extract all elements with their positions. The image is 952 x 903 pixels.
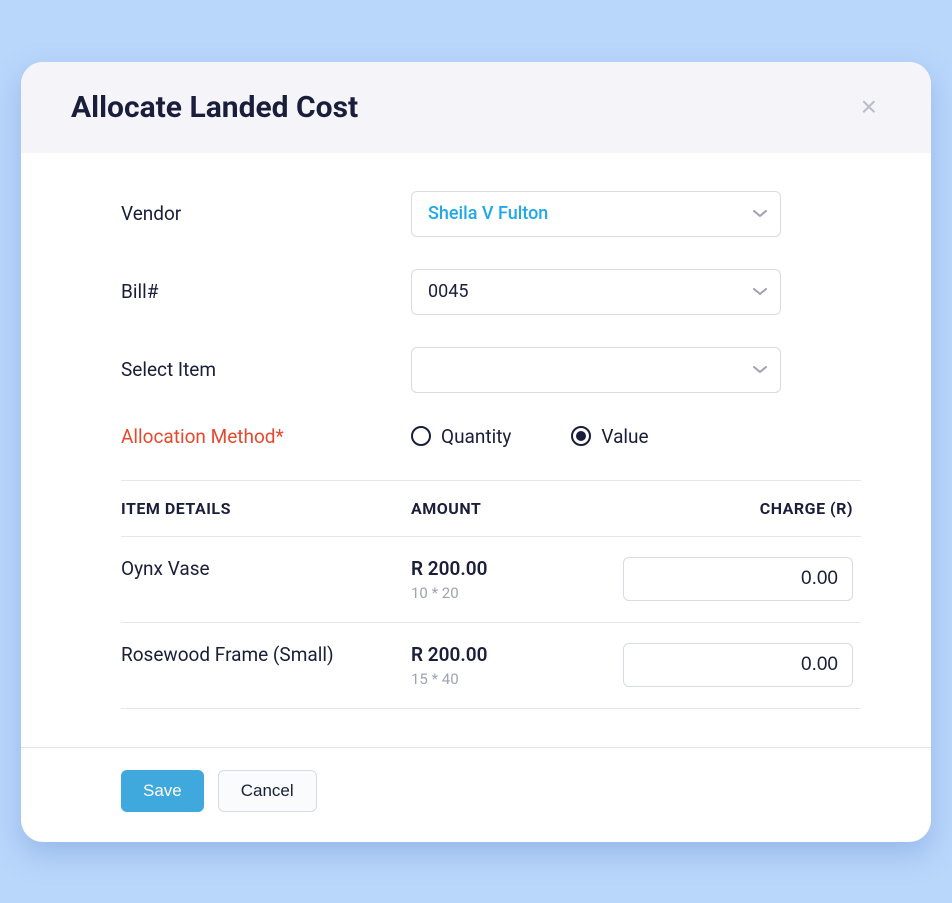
bill-select[interactable]: 0045 xyxy=(411,269,781,315)
allocation-method-label: Allocation Method* xyxy=(121,425,411,448)
amount-value: R 200.00 xyxy=(411,643,601,666)
amount-cell: R 200.00 10 * 20 xyxy=(411,557,601,602)
vendor-value: Sheila V Fulton xyxy=(411,191,781,237)
charge-input[interactable] xyxy=(623,557,853,601)
allocation-method-row: Allocation Method* Quantity Value xyxy=(121,425,861,448)
table-header: ITEM DETAILS AMOUNT CHARGE (R) xyxy=(121,480,861,537)
th-item-details: ITEM DETAILS xyxy=(121,499,411,518)
table-row: Oynx Vase R 200.00 10 * 20 xyxy=(121,537,861,623)
item-name: Oynx Vase xyxy=(121,557,411,580)
allocation-method-radio-group: Quantity Value xyxy=(411,425,649,448)
save-button[interactable]: Save xyxy=(121,770,204,812)
radio-icon xyxy=(411,426,431,446)
modal-header: Allocate Landed Cost × xyxy=(21,62,931,153)
vendor-row: Vendor Sheila V Fulton xyxy=(121,191,861,237)
bill-value: 0045 xyxy=(411,269,781,315)
modal-footer: Save Cancel xyxy=(21,747,931,842)
cancel-button[interactable]: Cancel xyxy=(218,770,317,812)
vendor-select[interactable]: Sheila V Fulton xyxy=(411,191,781,237)
close-icon: × xyxy=(861,91,877,122)
charge-cell xyxy=(601,557,861,601)
items-table: ITEM DETAILS AMOUNT CHARGE (R) Oynx Vase… xyxy=(121,480,861,709)
amount-value: R 200.00 xyxy=(411,557,601,580)
item-name: Rosewood Frame (Small) xyxy=(121,643,411,666)
th-amount: AMOUNT xyxy=(411,499,601,518)
table-row: Rosewood Frame (Small) R 200.00 15 * 40 xyxy=(121,623,861,709)
radio-icon-checked xyxy=(571,426,591,446)
th-charge: CHARGE (R) xyxy=(601,499,861,518)
select-item-row: Select Item xyxy=(121,347,861,393)
modal-title: Allocate Landed Cost xyxy=(71,90,358,125)
bill-label: Bill# xyxy=(121,280,411,303)
radio-value-label: Value xyxy=(601,425,648,448)
modal-body: Vendor Sheila V Fulton Bill# 0045 Select… xyxy=(21,153,931,719)
amount-calc: 15 * 40 xyxy=(411,670,601,688)
vendor-label: Vendor xyxy=(121,202,411,225)
select-item-label: Select Item xyxy=(121,358,411,381)
close-button[interactable]: × xyxy=(857,91,881,123)
charge-cell xyxy=(601,643,861,687)
select-item-value xyxy=(411,347,781,393)
radio-value[interactable]: Value xyxy=(571,425,648,448)
amount-cell: R 200.00 15 * 40 xyxy=(411,643,601,688)
bill-row: Bill# 0045 xyxy=(121,269,861,315)
amount-calc: 10 * 20 xyxy=(411,584,601,602)
radio-quantity[interactable]: Quantity xyxy=(411,425,511,448)
allocate-landed-cost-modal: Allocate Landed Cost × Vendor Sheila V F… xyxy=(21,62,931,842)
charge-input[interactable] xyxy=(623,643,853,687)
select-item-select[interactable] xyxy=(411,347,781,393)
radio-quantity-label: Quantity xyxy=(441,425,511,448)
